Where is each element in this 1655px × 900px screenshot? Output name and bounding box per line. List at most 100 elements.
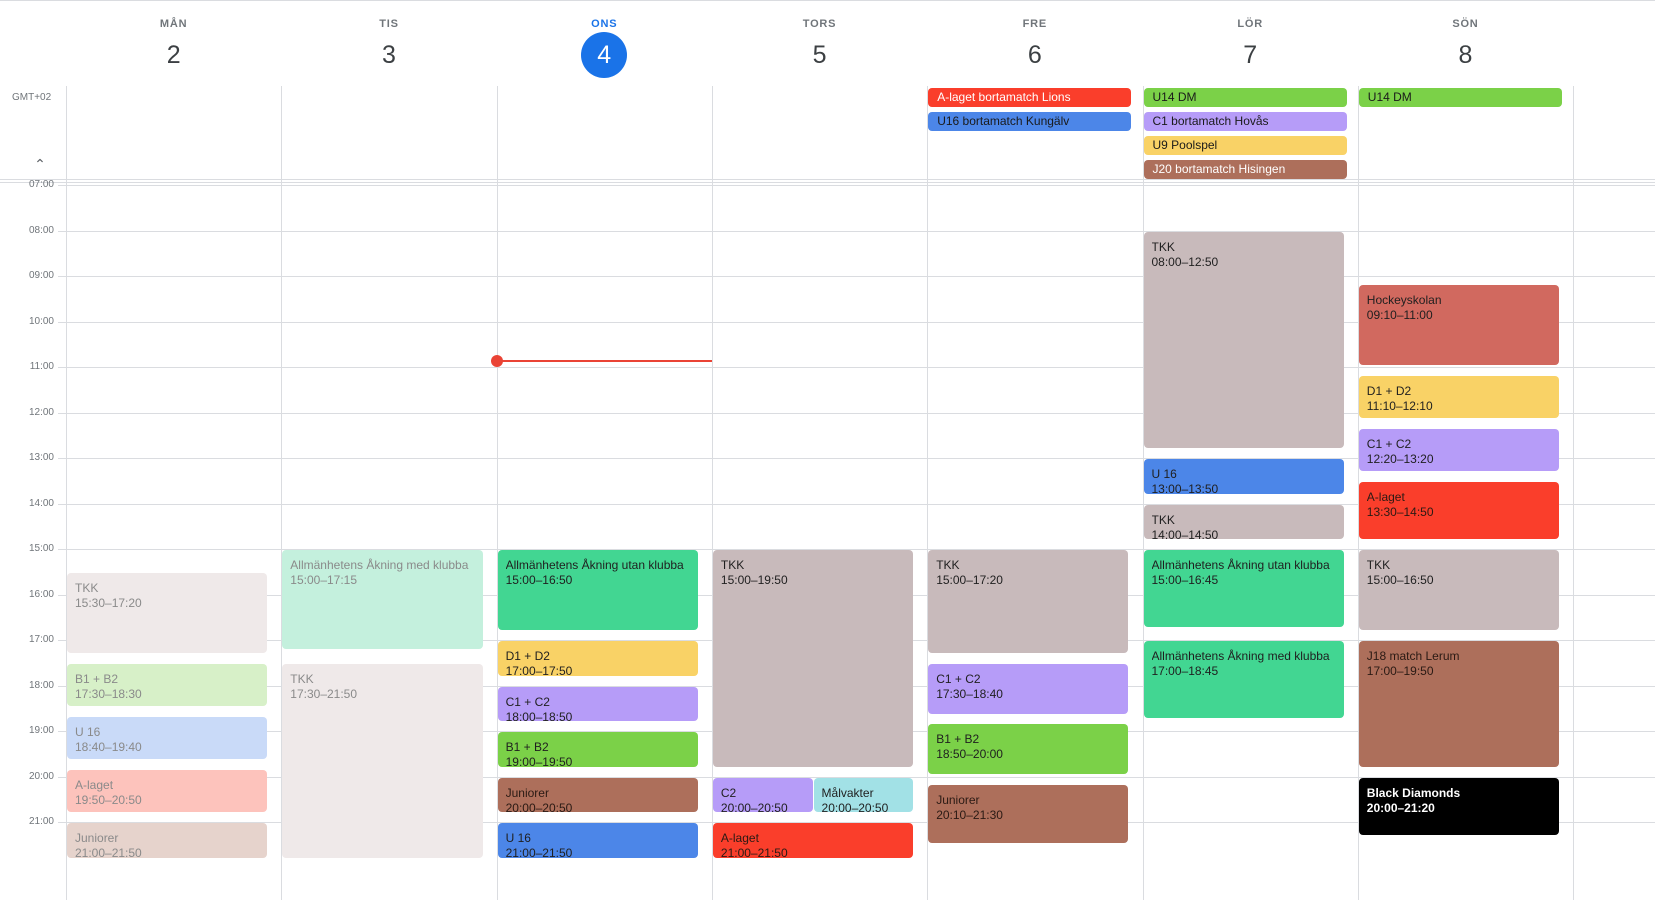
event-allmanhetens-akning-med-klubba[interactable]: Allmänhetens Åkning med klubba 15:00–17:1… xyxy=(282,550,483,650)
event-juniorer[interactable]: Juniorer 20:00–20:50 xyxy=(497,777,698,813)
event-juniorer[interactable]: Juniorer 20:10–21:30 xyxy=(928,785,1129,843)
event-hockeyskolan[interactable]: Hockeyskolan 09:10–11:00 xyxy=(1358,284,1560,365)
event-a-laget[interactable]: A-laget 13:30–14:50 xyxy=(1358,481,1560,540)
event-time: 21:00–21:50 xyxy=(505,846,573,858)
day-number[interactable]: 6 xyxy=(1012,32,1058,78)
day-number[interactable]: 3 xyxy=(366,32,412,78)
day-of-week-label: ONS xyxy=(591,18,618,30)
time-label: 07:00 xyxy=(28,179,54,190)
day-number[interactable]: 7 xyxy=(1227,32,1273,78)
event-tkk[interactable]: TKK 14:00–14:50 xyxy=(1143,504,1344,540)
day-column-divider xyxy=(496,86,498,900)
event-time: 12:20–13:20 xyxy=(1366,451,1434,466)
event-tkk[interactable]: TKK 15:00–19:50 xyxy=(712,550,914,767)
event-title: TKK xyxy=(1366,558,1391,572)
event-tkk[interactable]: TKK 15:30–17:20 xyxy=(67,572,268,654)
day-number[interactable]: 2 xyxy=(151,32,197,78)
time-label: 17:00 xyxy=(28,634,54,645)
event-a-laget[interactable]: A-laget 21:00–21:50 xyxy=(712,823,914,858)
event-malvakter[interactable]: Målvakter 20:00–20:50 xyxy=(813,777,914,813)
day-header-son[interactable]: SÖN 8 xyxy=(1358,0,1573,86)
event-time: 20:00–20:50 xyxy=(720,800,788,813)
event-title: B1 + B2 xyxy=(505,740,549,754)
event-title: U 16 xyxy=(1151,467,1177,481)
event-title: Juniorer xyxy=(75,831,119,845)
event-time: 13:00–13:50 xyxy=(1151,482,1219,494)
chevron-up-icon[interactable]: ⌃ xyxy=(28,154,52,174)
event-title: Juniorer xyxy=(936,793,980,808)
day-header-tis[interactable]: TIS 3 xyxy=(281,0,496,86)
event-u-16[interactable]: U 16 21:00–21:50 xyxy=(497,823,698,858)
event-c1-c2[interactable]: C1 + C2 12:20–13:20 xyxy=(1358,428,1560,472)
event-title: Allmänhetens Åkning utan klubba xyxy=(1151,558,1330,572)
event-time: 08:00–12:50 xyxy=(1151,254,1219,269)
event-allmanhetens-akning-utan-klubba[interactable]: Allmänhetens Åkning utan klubba 15:00–16:… xyxy=(1143,550,1344,627)
day-column-divider xyxy=(1142,86,1144,900)
event-c2[interactable]: C2 20:00–20:50 xyxy=(712,777,813,813)
all-day-event[interactable]: U16 bortamatch Kungälv xyxy=(928,112,1132,131)
timezone-label: GMT+02 xyxy=(12,92,52,103)
event-tkk[interactable]: TKK 08:00–12:50 xyxy=(1143,231,1344,449)
time-label: 20:00 xyxy=(28,770,54,782)
event-a-laget[interactable]: A-laget 19:50–20:50 xyxy=(67,769,268,813)
event-juniorer[interactable]: Juniorer 21:00–21:50 xyxy=(67,823,268,858)
time-label: 16:00 xyxy=(28,588,54,600)
event-time: 20:00–21:20 xyxy=(1366,800,1435,815)
event-tkk[interactable]: TKK 17:30–21:50 xyxy=(282,663,483,858)
event-tkk[interactable]: TKK 15:00–16:50 xyxy=(1358,550,1560,631)
hour-gridline xyxy=(58,230,1655,232)
event-title: TKK xyxy=(75,580,99,595)
event-title: J18 match Lerum xyxy=(1366,649,1460,663)
day-header-fre[interactable]: FRE 6 xyxy=(927,0,1142,86)
all-day-event[interactable]: J20 bortamatch Hisingen xyxy=(1143,160,1347,179)
all-day-event[interactable]: U14 DM xyxy=(1143,88,1347,107)
event-title: Allmänhetens Åkning utan klubba xyxy=(505,558,684,572)
all-day-event[interactable]: U14 DM xyxy=(1358,88,1563,107)
event-d1-d2[interactable]: D1 + D2 11:10–12:10 xyxy=(1358,375,1560,419)
event-time: 18:50–20:00 xyxy=(936,747,1003,762)
day-number[interactable]: 5 xyxy=(797,32,843,78)
event-title: C2 xyxy=(720,785,737,800)
event-c1-c2[interactable]: C1 + C2 17:30–18:40 xyxy=(928,663,1129,714)
all-day-event[interactable]: C1 bortamatch Hovås xyxy=(1143,112,1347,131)
day-column-divider xyxy=(927,86,929,900)
event-title: U 16 xyxy=(75,724,101,739)
event-title: TKK xyxy=(1151,512,1175,527)
current-time-line xyxy=(496,359,712,362)
day-number[interactable]: 8 xyxy=(1442,32,1488,78)
event-title: A-laget xyxy=(720,831,759,845)
event-time: 17:00–19:50 xyxy=(1366,664,1434,678)
event-u-16[interactable]: U 16 13:00–13:50 xyxy=(1143,459,1344,494)
event-title: Black Diamonds xyxy=(1366,785,1461,800)
day-header-ons[interactable]: ONS 4 xyxy=(497,0,712,86)
event-title: Juniorer xyxy=(505,785,549,800)
event-u-16[interactable]: U 16 18:40–19:40 xyxy=(67,716,268,760)
event-allmanhetens-akning-med-klubba[interactable]: Allmänhetens Åkning med klubba 17:00–18:4… xyxy=(1143,641,1344,718)
event-time: 17:30–18:30 xyxy=(75,686,142,701)
day-header-lor[interactable]: LÖR 7 xyxy=(1143,0,1358,86)
event-title: Hockeyskolan xyxy=(1366,292,1442,307)
day-of-week-label: TIS xyxy=(379,18,399,30)
event-time: 18:00–18:50 xyxy=(505,709,573,722)
day-header-man[interactable]: MÅN 2 xyxy=(66,0,281,86)
day-header-tors[interactable]: TORS 5 xyxy=(712,0,927,86)
event-time: 09:10–11:00 xyxy=(1366,307,1433,322)
event-time: 17:00–18:45 xyxy=(1151,664,1219,678)
event-black-diamonds[interactable]: Black Diamonds 20:00–21:20 xyxy=(1358,777,1560,836)
event-allmanhetens-akning-utan-klubba[interactable]: Allmänhetens Åkning utan klubba 15:00–16:… xyxy=(497,550,698,631)
event-b1-b2[interactable]: B1 + B2 19:00–19:50 xyxy=(497,732,698,767)
event-b1-b2[interactable]: B1 + B2 17:30–18:30 xyxy=(67,663,268,707)
all-day-event[interactable]: A-laget bortamatch Lions xyxy=(928,88,1132,107)
event-b1-b2[interactable]: B1 + B2 18:50–20:00 xyxy=(928,724,1129,775)
event-d1-d2[interactable]: D1 + D2 17:00–17:50 xyxy=(497,641,698,676)
event-time: 19:00–19:50 xyxy=(505,755,573,767)
event-c1-c2[interactable]: C1 + C2 18:00–18:50 xyxy=(497,686,698,722)
event-title: C1 + C2 xyxy=(936,671,981,686)
all-day-event[interactable]: U9 Poolspel xyxy=(1143,136,1347,155)
event-title: B1 + B2 xyxy=(75,671,119,686)
time-label: 11:00 xyxy=(29,361,54,372)
event-tkk[interactable]: TKK 15:00–17:20 xyxy=(928,550,1129,654)
day-number[interactable]: 4 xyxy=(581,32,628,78)
event-time: 15:00–16:45 xyxy=(1151,573,1219,587)
event-j18-match-lerum[interactable]: J18 match Lerum 17:00–19:50 xyxy=(1358,641,1560,767)
